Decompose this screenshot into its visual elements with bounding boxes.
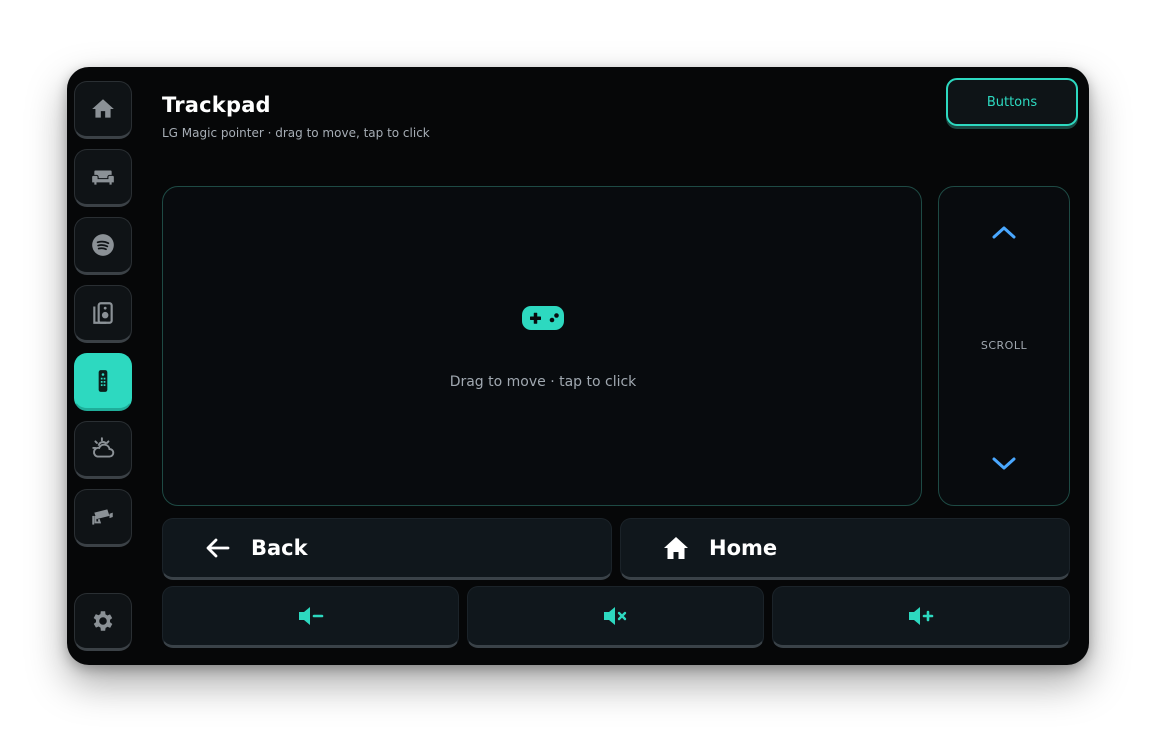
home-label: Home	[709, 536, 778, 560]
gamepad-icon	[522, 306, 564, 330]
volume-up-button[interactable]	[772, 586, 1070, 648]
weather-icon	[92, 437, 115, 458]
remote-icon	[98, 370, 108, 392]
remote-app-window: Trackpad LG Magic pointer · drag to move…	[67, 67, 1089, 665]
chevron-up-icon	[992, 226, 1016, 239]
volume-mute-button[interactable]	[467, 586, 764, 648]
sidebar-item-cameras[interactable]	[74, 489, 132, 547]
scroll-down-button[interactable]	[989, 449, 1019, 479]
spotify-icon	[92, 234, 114, 256]
sidebar-item-living-room[interactable]	[74, 149, 132, 207]
sidebar-item-settings[interactable]	[74, 593, 132, 651]
sidebar-item-spotify[interactable]	[74, 217, 132, 275]
page-subtitle: LG Magic pointer · drag to move, tap to …	[162, 126, 430, 140]
chevron-down-icon	[992, 457, 1016, 470]
sidebar-item-speakers[interactable]	[74, 285, 132, 343]
gear-icon	[93, 611, 113, 631]
scroll-up-button[interactable]	[989, 217, 1019, 247]
home-icon	[92, 99, 114, 118]
home-icon	[663, 536, 689, 560]
sofa-icon	[92, 170, 114, 185]
back-label: Back	[251, 536, 308, 560]
sidebar-item-weather[interactable]	[74, 421, 132, 479]
volume-down-icon	[298, 607, 323, 625]
trackpad-hint: Drag to move · tap to click	[449, 374, 637, 390]
scroll-panel[interactable]: SCROLL	[938, 186, 1070, 506]
sidebar-item-home[interactable]	[74, 81, 132, 139]
page-title: Trackpad	[162, 93, 271, 117]
volume-mute-icon	[603, 607, 626, 625]
home-button[interactable]: Home	[620, 518, 1070, 580]
speaker-icon	[93, 302, 113, 324]
volume-down-button[interactable]	[162, 586, 459, 648]
back-button[interactable]: Back	[162, 518, 612, 580]
volume-up-icon	[909, 607, 934, 625]
trackpad-surface[interactable]: Drag to move · tap to click	[162, 186, 922, 506]
sidebar-item-remote[interactable]	[74, 353, 132, 411]
arrow-left-icon	[205, 537, 231, 559]
camera-icon	[92, 509, 113, 525]
scroll-label: SCROLL	[980, 339, 1028, 352]
buttons-mode-button[interactable]: Buttons	[946, 78, 1078, 126]
